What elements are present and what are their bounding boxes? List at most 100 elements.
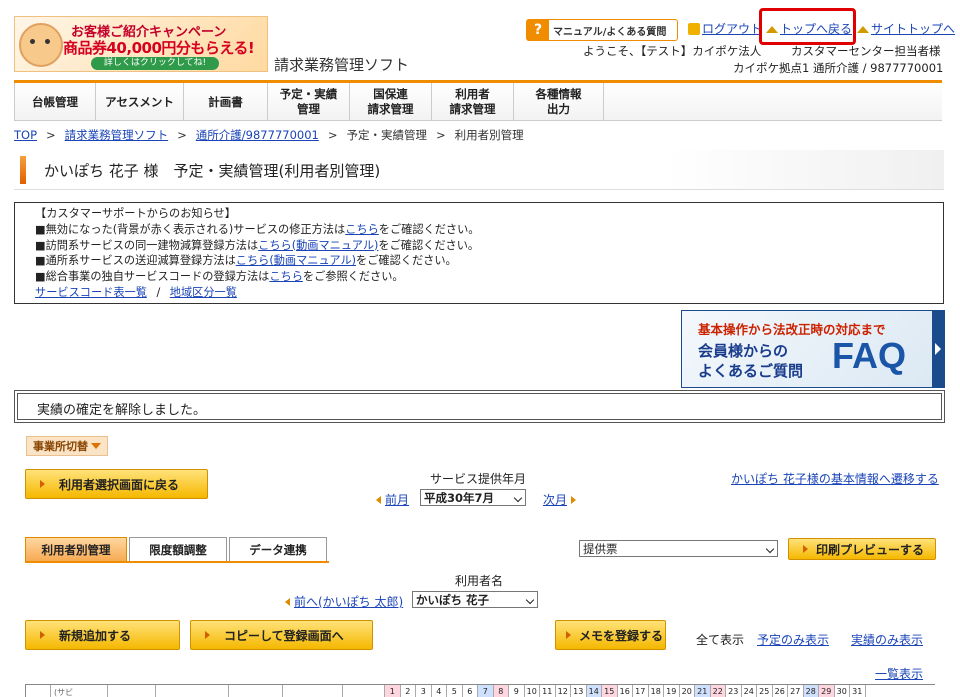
list-view-link[interactable]: 一覧表示 — [875, 665, 923, 682]
service-month-label: サービス提供年月 — [430, 472, 527, 486]
schedule-grid: (サビ 1 2 3 4 5 6 7 8 9 10 11 12 13 14 15 16 17 18 19 20 21 22 2… — [25, 684, 935, 697]
tab-bar: 利用者別管理 限度額調整 データ連携 — [25, 537, 329, 562]
breadcrumb-sep: > — [435, 128, 446, 142]
breadcrumb-top[interactable]: TOP — [14, 128, 37, 142]
manual-faq-button[interactable]: ? マニュアル/よくある質問 — [526, 19, 678, 41]
notice-heading: 【カスタマーサポートからのお知らせ】 — [35, 207, 236, 220]
day-cell: 16 — [618, 685, 633, 697]
grid-left-columns — [26, 685, 385, 697]
notice-item: ■総合事業の独自サービスコードの登録方法はこちらをご参照ください。 — [35, 269, 923, 285]
logout-link[interactable]: ログアウト — [688, 20, 762, 37]
user-select[interactable]: かいぽち 花子 — [412, 591, 538, 608]
print-preview-button[interactable]: 印刷プレビューする — [788, 538, 936, 560]
triangle-left-icon — [285, 598, 290, 606]
service-code-link[interactable]: サービスコード表一覧 — [35, 286, 147, 299]
nav-label: 各種情報 出力 — [535, 87, 582, 116]
day-cell: 28 — [803, 685, 819, 697]
notice-footer: サービスコード表一覧 / 地域区分一覧 — [35, 285, 923, 301]
day-cell: 5 — [447, 685, 463, 697]
arrow-right-icon — [803, 545, 808, 553]
grid-cell — [108, 685, 156, 697]
faq-banner[interactable]: 基本操作から法改正時の対応まで 会員様からの よくあるご質問 FAQ — [681, 310, 945, 388]
tab-label: 利用者別管理 — [41, 543, 111, 557]
breadcrumb-plan: 予定・実績管理 — [346, 128, 427, 142]
document-select-value: 提供票 — [583, 541, 618, 556]
document-select[interactable]: 提供票 — [579, 540, 778, 557]
campaign-banner[interactable]: お客様ご紹介キャンペーン 商品券40,000円分もらえる! 詳しくはクリックして… — [14, 16, 268, 72]
nav-user-billing[interactable]: 利用者 請求管理 — [432, 83, 514, 121]
region-link[interactable]: 地域区分一覧 — [170, 286, 237, 299]
logout-label: ログアウト — [702, 22, 763, 36]
notice-link[interactable]: こちら(動画マニュアル) — [258, 239, 378, 252]
notice-item: ■訪問系サービスの同一建物減算登録方法はこちら(動画マニュアル)をご確認ください… — [35, 238, 923, 254]
grid-cell — [26, 685, 51, 697]
tab-data-link[interactable]: データ連携 — [229, 537, 327, 562]
back-to-user-select-button[interactable]: 利用者選択画面に戻る — [25, 469, 208, 499]
banner-line3: 詳しくはクリックしてね! — [91, 57, 219, 70]
add-new-button[interactable]: 新規追加する — [25, 620, 180, 650]
office-switch-button[interactable]: 事業所切替 — [26, 436, 108, 456]
day-cell: 31 — [850, 685, 866, 697]
register-memo-label: メモを登録する — [579, 628, 664, 643]
show-actual-link[interactable]: 実績のみ表示 — [851, 631, 923, 648]
page-title-bar: かいぽち 花子 様 予定・実績管理(利用者別管理) — [14, 150, 944, 190]
faq-line3: よくあるご質問 — [698, 362, 804, 380]
nav-plan[interactable]: 計画書 — [184, 83, 268, 121]
nav-ledger[interactable]: 台帳管理 — [14, 83, 96, 121]
day-cell: 11 — [540, 685, 556, 697]
back-to-user-select-label: 利用者選択画面に戻る — [59, 477, 180, 492]
office-switch-label: 事業所切替 — [33, 440, 88, 453]
banner-line2: 商品券40,000円分もらえる! — [63, 39, 255, 57]
notice-text: ■無効になった(背景が赤く表示される)サービスの修正方法は — [35, 222, 346, 236]
day-cell: 12 — [556, 685, 571, 697]
day-cell: 18 — [649, 685, 664, 697]
prev-month-link[interactable]: 前月 — [376, 491, 409, 508]
day-cell: 26 — [773, 685, 788, 697]
nav-label: 予定・実績 管理 — [279, 87, 338, 116]
arrow-right-icon — [40, 631, 45, 639]
prev-user-label: 前へ(かいぽち 太郎) — [294, 595, 404, 609]
triangle-right-icon — [571, 496, 577, 504]
register-memo-button[interactable]: メモを登録する — [555, 620, 666, 650]
staff-name: カスタマーセンター担当者様 — [791, 44, 941, 58]
nav-nhi-billing[interactable]: 国保連 請求管理 — [350, 83, 432, 121]
next-month-link[interactable]: 次月 — [543, 491, 577, 508]
show-all-option[interactable]: 全て表示 — [696, 631, 744, 648]
copy-register-button[interactable]: コピーして登録画面へ — [190, 620, 373, 650]
breadcrumb-office[interactable]: 通所介護/9877770001 — [196, 128, 319, 142]
app-title: 請求業務管理ソフト — [274, 56, 410, 74]
day-cell: 17 — [633, 685, 649, 697]
tab-limit-adjust[interactable]: 限度額調整 — [129, 537, 227, 562]
basic-info-link[interactable]: かいぽち 花子様の基本情報へ遷移する — [731, 470, 939, 487]
notice-link[interactable]: こちら — [345, 223, 379, 236]
notice-box: 【カスタマーサポートからのお知らせ】 ■無効になった(背景が赤く表示される)サー… — [14, 202, 944, 304]
chevron-down-icon — [765, 544, 775, 554]
chevron-down-icon — [513, 493, 523, 503]
faq-big-text: FAQ — [832, 335, 907, 376]
month-select[interactable]: 平成30年7月 — [420, 489, 526, 506]
nav-schedule[interactable]: 予定・実績 管理 — [268, 83, 350, 121]
notice-separator: / — [156, 285, 161, 299]
day-cell: 10 — [525, 685, 540, 697]
tab-user-management[interactable]: 利用者別管理 — [25, 537, 127, 562]
breadcrumb-sep: > — [46, 128, 56, 142]
day-cell: 15 — [602, 685, 618, 697]
title-accent-bar — [20, 156, 26, 184]
welcome-text: ようこそ、【テスト】カイポケ法人 — [583, 44, 762, 58]
print-preview-label: 印刷プレビューする — [816, 542, 925, 557]
site-top-label: サイトトップへ — [871, 22, 956, 36]
site-top-link[interactable]: サイトトップへ — [857, 20, 955, 37]
day-cell: 21 — [695, 685, 711, 697]
office-info: カイポケ拠点1 通所介護 / 9877770001 — [733, 61, 944, 75]
nav-assessment[interactable]: アセスメント — [96, 83, 184, 121]
breadcrumb-soft[interactable]: 請求業務管理ソフト — [65, 128, 169, 142]
breadcrumb-sep: > — [177, 128, 187, 142]
arrow-right-icon — [205, 631, 210, 639]
notice-link[interactable]: こちら — [269, 270, 303, 283]
notice-link[interactable]: こちら(動画マニュアル) — [236, 254, 356, 267]
day-cell: 13 — [571, 685, 587, 697]
show-planned-link[interactable]: 予定のみ表示 — [757, 631, 829, 648]
nav-label: 計画書 — [208, 94, 243, 109]
nav-output[interactable]: 各種情報 出力 — [514, 83, 604, 121]
prev-user-link[interactable]: 前へ(かいぽち 太郎) — [285, 593, 403, 610]
